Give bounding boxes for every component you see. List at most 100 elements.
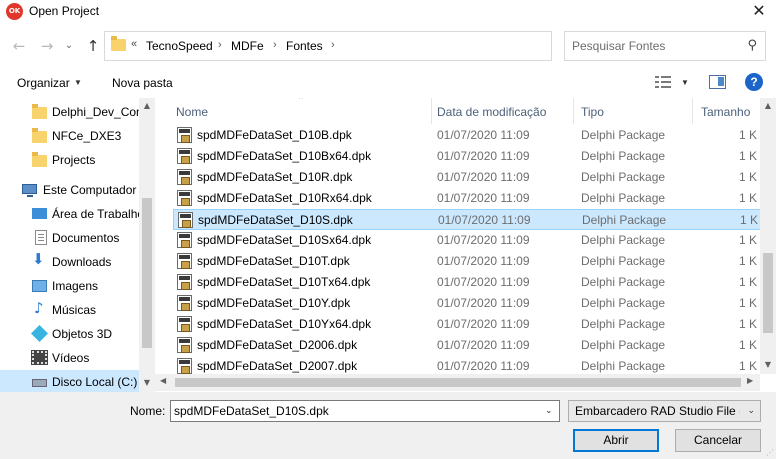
sidebar-item-documents[interactable]: Documentos bbox=[0, 226, 139, 250]
file-type: Delphi Package bbox=[582, 213, 667, 227]
sidebar-item-label: Este Computador bbox=[43, 183, 137, 197]
file-size: 1 K bbox=[739, 359, 758, 373]
sidebar-item-nfce-dxe3[interactable]: NFCe_DXE3 bbox=[0, 124, 139, 148]
sidebar-item-projects[interactable]: Projects bbox=[0, 148, 139, 172]
search-input[interactable]: Pesquisar Fontes bbox=[572, 39, 665, 53]
scrollbar-thumb[interactable] bbox=[763, 253, 773, 333]
recent-locations-chevron-icon[interactable]: ⌄ bbox=[62, 30, 76, 62]
breadcrumb-overflow-icon[interactable]: « bbox=[131, 38, 137, 50]
chevron-down-icon[interactable]: ⌄ bbox=[747, 406, 755, 416]
new-folder-button[interactable]: Nova pasta bbox=[112, 76, 173, 90]
file-list-scrollbar[interactable]: ▲ ▼ bbox=[760, 98, 776, 374]
scroll-up-arrow-icon[interactable]: ▲ bbox=[760, 101, 776, 110]
sidebar-item-desktop[interactable]: Área de Trabalho bbox=[0, 202, 144, 226]
file-type: Delphi Package bbox=[581, 191, 666, 205]
sidebar-item-label: NFCe_DXE3 bbox=[52, 129, 122, 143]
sidebar-item-music[interactable]: ♪ Músicas bbox=[0, 298, 139, 322]
scroll-left-arrow-icon[interactable]: ◀ bbox=[160, 376, 166, 385]
sidebar-item-delphi-dev-con[interactable]: Delphi_Dev_Con bbox=[0, 100, 143, 124]
table-row[interactable]: spdMDFeDataSet_D10Sx64.dpk 01/07/2020 11:… bbox=[173, 230, 768, 251]
file-type: Delphi Package bbox=[581, 296, 666, 310]
file-type-filter[interactable]: Embarcadero RAD Studio File (* ⌄ bbox=[568, 400, 761, 422]
table-row[interactable]: spdMDFeDataSet_D2006.dpk 01/07/2020 11:09… bbox=[173, 335, 768, 356]
table-row[interactable]: spdMDFeDataSet_D10B.dpk 01/07/2020 11:09 D… bbox=[173, 125, 768, 146]
desktop-icon bbox=[32, 208, 47, 219]
navigation-pane-scrollbar[interactable]: ▲ ▼ bbox=[139, 98, 155, 392]
table-row[interactable]: spdMDFeDataSet_D10T.dpk 01/07/2020 11:09 D… bbox=[173, 251, 768, 272]
file-type: Delphi Package bbox=[581, 233, 666, 247]
sidebar-item-local-disk-c[interactable]: Disco Local (C:) bbox=[0, 370, 139, 392]
delphi-package-icon bbox=[177, 232, 192, 248]
preview-pane-icon[interactable] bbox=[709, 75, 726, 89]
delphi-package-icon bbox=[177, 169, 192, 185]
file-date: 01/07/2020 11:09 bbox=[437, 296, 530, 310]
forward-arrow-icon[interactable]: → bbox=[36, 30, 58, 62]
breadcrumb-mdfe[interactable]: MDFe bbox=[231, 39, 264, 53]
column-header-type[interactable]: Tipo bbox=[573, 98, 693, 124]
address-bar[interactable]: « TecnoSpeed › MDFe › Fontes › ▼ ↻ bbox=[104, 31, 640, 61]
cube-icon bbox=[31, 325, 48, 342]
sidebar-item-this-pc[interactable]: Este Computador bbox=[0, 178, 139, 202]
breadcrumb-fontes[interactable]: Fontes bbox=[286, 39, 323, 53]
close-icon[interactable]: ✕ bbox=[742, 0, 776, 24]
file-date: 01/07/2020 11:09 bbox=[437, 128, 530, 142]
resize-grip-icon[interactable]: ⋰ bbox=[766, 448, 774, 457]
file-type-filter-value: Embarcadero RAD Studio File (* bbox=[575, 404, 740, 418]
delphi-package-icon bbox=[177, 127, 192, 143]
file-list-horizontal-scrollbar[interactable]: ◀ ▶ bbox=[155, 374, 760, 391]
scrollbar-thumb[interactable] bbox=[175, 378, 741, 387]
cancel-button[interactable]: Cancelar bbox=[675, 429, 761, 452]
file-name: spdMDFeDataSet_D10Sx64.dpk bbox=[197, 233, 372, 247]
table-row[interactable]: spdMDFeDataSet_D10R.dpk 01/07/2020 11:09 D… bbox=[173, 167, 768, 188]
sidebar-item-label: Vídeos bbox=[52, 351, 90, 365]
scroll-right-arrow-icon[interactable]: ▶ bbox=[747, 376, 753, 385]
delphi-package-icon bbox=[177, 253, 192, 269]
breadcrumb-tecnospeed[interactable]: TecnoSpeed bbox=[146, 39, 213, 53]
organize-button[interactable]: Organizar bbox=[17, 76, 70, 90]
scroll-up-arrow-icon[interactable]: ▲ bbox=[139, 101, 155, 110]
sidebar-item-downloads[interactable]: ⬇ Downloads bbox=[0, 250, 139, 274]
file-size: 1 K bbox=[739, 191, 758, 205]
file-size: 1 K bbox=[740, 213, 759, 227]
sidebar-item-label: Documentos bbox=[52, 231, 120, 245]
table-row[interactable]: spdMDFeDataSet_D10Yx64.dpk 01/07/2020 11:… bbox=[173, 314, 768, 335]
file-date: 01/07/2020 11:09 bbox=[437, 359, 530, 373]
up-arrow-icon[interactable]: ↑ bbox=[82, 30, 104, 62]
table-row[interactable]: spdMDFeDataSet_D10Rx64.dpk 01/07/2020 11:… bbox=[173, 188, 768, 209]
file-name-dropdown-icon[interactable]: ⌄ bbox=[545, 406, 553, 416]
file-name-input[interactable] bbox=[170, 400, 560, 422]
sidebar-item-images[interactable]: Imagens bbox=[0, 274, 139, 298]
file-size: 1 K bbox=[739, 317, 758, 331]
file-name: spdMDFeDataSet_D10Rx64.dpk bbox=[197, 191, 372, 205]
view-options-icon[interactable] bbox=[655, 75, 671, 89]
scroll-down-arrow-icon[interactable]: ▼ bbox=[760, 360, 776, 369]
table-row[interactable]: spdMDFeDataSet_D10Bx64.dpk 01/07/2020 11:… bbox=[173, 146, 768, 167]
organize-chevron-icon[interactable]: ▼ bbox=[74, 78, 82, 87]
table-row[interactable]: spdMDFeDataSet_D10S.dpk 01/07/2020 11:09 D… bbox=[173, 209, 768, 230]
help-icon[interactable]: ? bbox=[745, 73, 763, 91]
back-arrow-icon[interactable]: ← bbox=[8, 30, 30, 62]
file-date: 01/07/2020 11:09 bbox=[437, 191, 530, 205]
breadcrumb-separator-icon[interactable]: › bbox=[218, 39, 222, 51]
sidebar-item-videos[interactable]: Vídeos bbox=[0, 346, 139, 370]
file-size: 1 K bbox=[739, 170, 758, 184]
column-header-date[interactable]: Data de modificação bbox=[429, 98, 574, 124]
scrollbar-thumb[interactable] bbox=[142, 198, 152, 348]
breadcrumb-separator-icon[interactable]: › bbox=[273, 39, 277, 51]
navigation-pane: Delphi_Dev_Con NFCe_DXE3 Projects Este C… bbox=[0, 98, 155, 392]
table-row[interactable]: spdMDFeDataSet_D10Y.dpk 01/07/2020 11:09 D… bbox=[173, 293, 768, 314]
file-type: Delphi Package bbox=[581, 254, 666, 268]
file-size: 1 K bbox=[739, 296, 758, 310]
sidebar-item-3d-objects[interactable]: Objetos 3D bbox=[0, 322, 139, 346]
view-options-chevron-icon[interactable]: ▼ bbox=[681, 78, 689, 87]
column-headers: Nome ⌃ Data de modificação Tipo Tamanho bbox=[168, 98, 768, 124]
breadcrumb-separator-icon[interactable]: › bbox=[331, 39, 335, 51]
file-name-label: Nome: bbox=[130, 404, 166, 418]
file-date: 01/07/2020 11:09 bbox=[437, 233, 530, 247]
scroll-down-arrow-icon[interactable]: ▼ bbox=[139, 378, 155, 387]
search-box[interactable]: Pesquisar Fontes ⚲ bbox=[564, 31, 766, 61]
file-name-panel: Nome: ⌄ Embarcadero RAD Studio File (* ⌄… bbox=[0, 392, 776, 459]
table-row[interactable]: spdMDFeDataSet_D10Tx64.dpk 01/07/2020 11:… bbox=[173, 272, 768, 293]
search-icon[interactable]: ⚲ bbox=[747, 38, 757, 53]
open-button[interactable]: Abrir bbox=[573, 429, 659, 452]
